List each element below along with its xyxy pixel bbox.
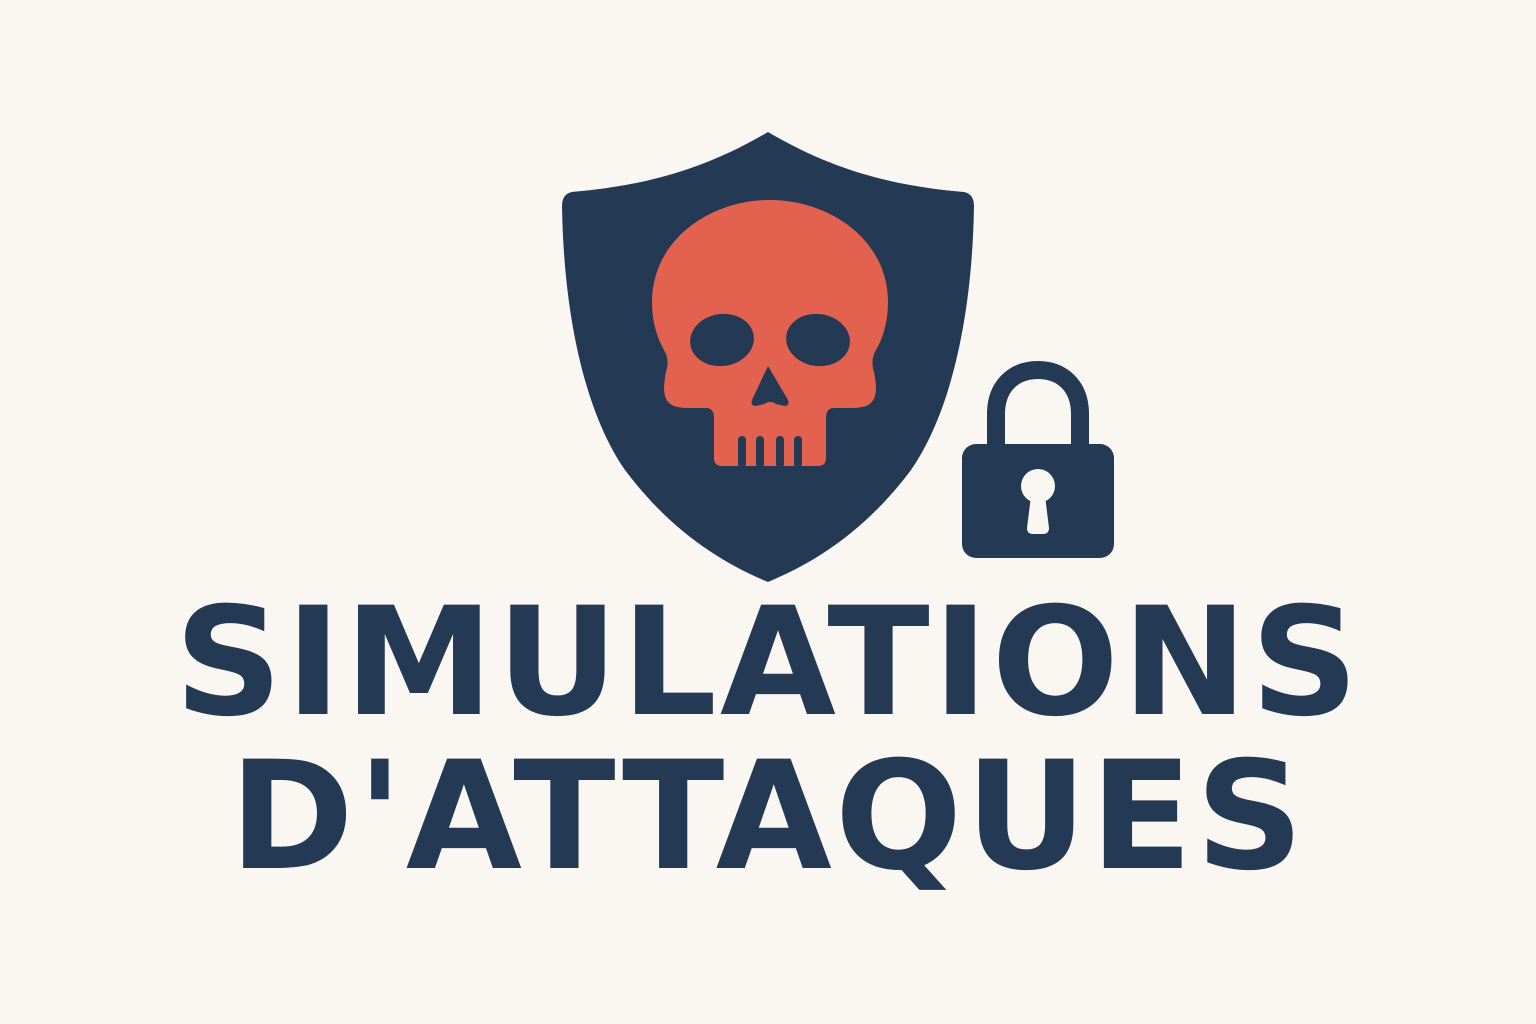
padlock-icon (962, 360, 1114, 558)
title-line-2: D'ATTAQUES (229, 730, 1307, 904)
title-line-1: SIMULATIONS (174, 576, 1362, 750)
security-emblem (562, 132, 1114, 582)
logo-canvas: SIMULATIONS D'ATTAQUES (0, 0, 1536, 1024)
